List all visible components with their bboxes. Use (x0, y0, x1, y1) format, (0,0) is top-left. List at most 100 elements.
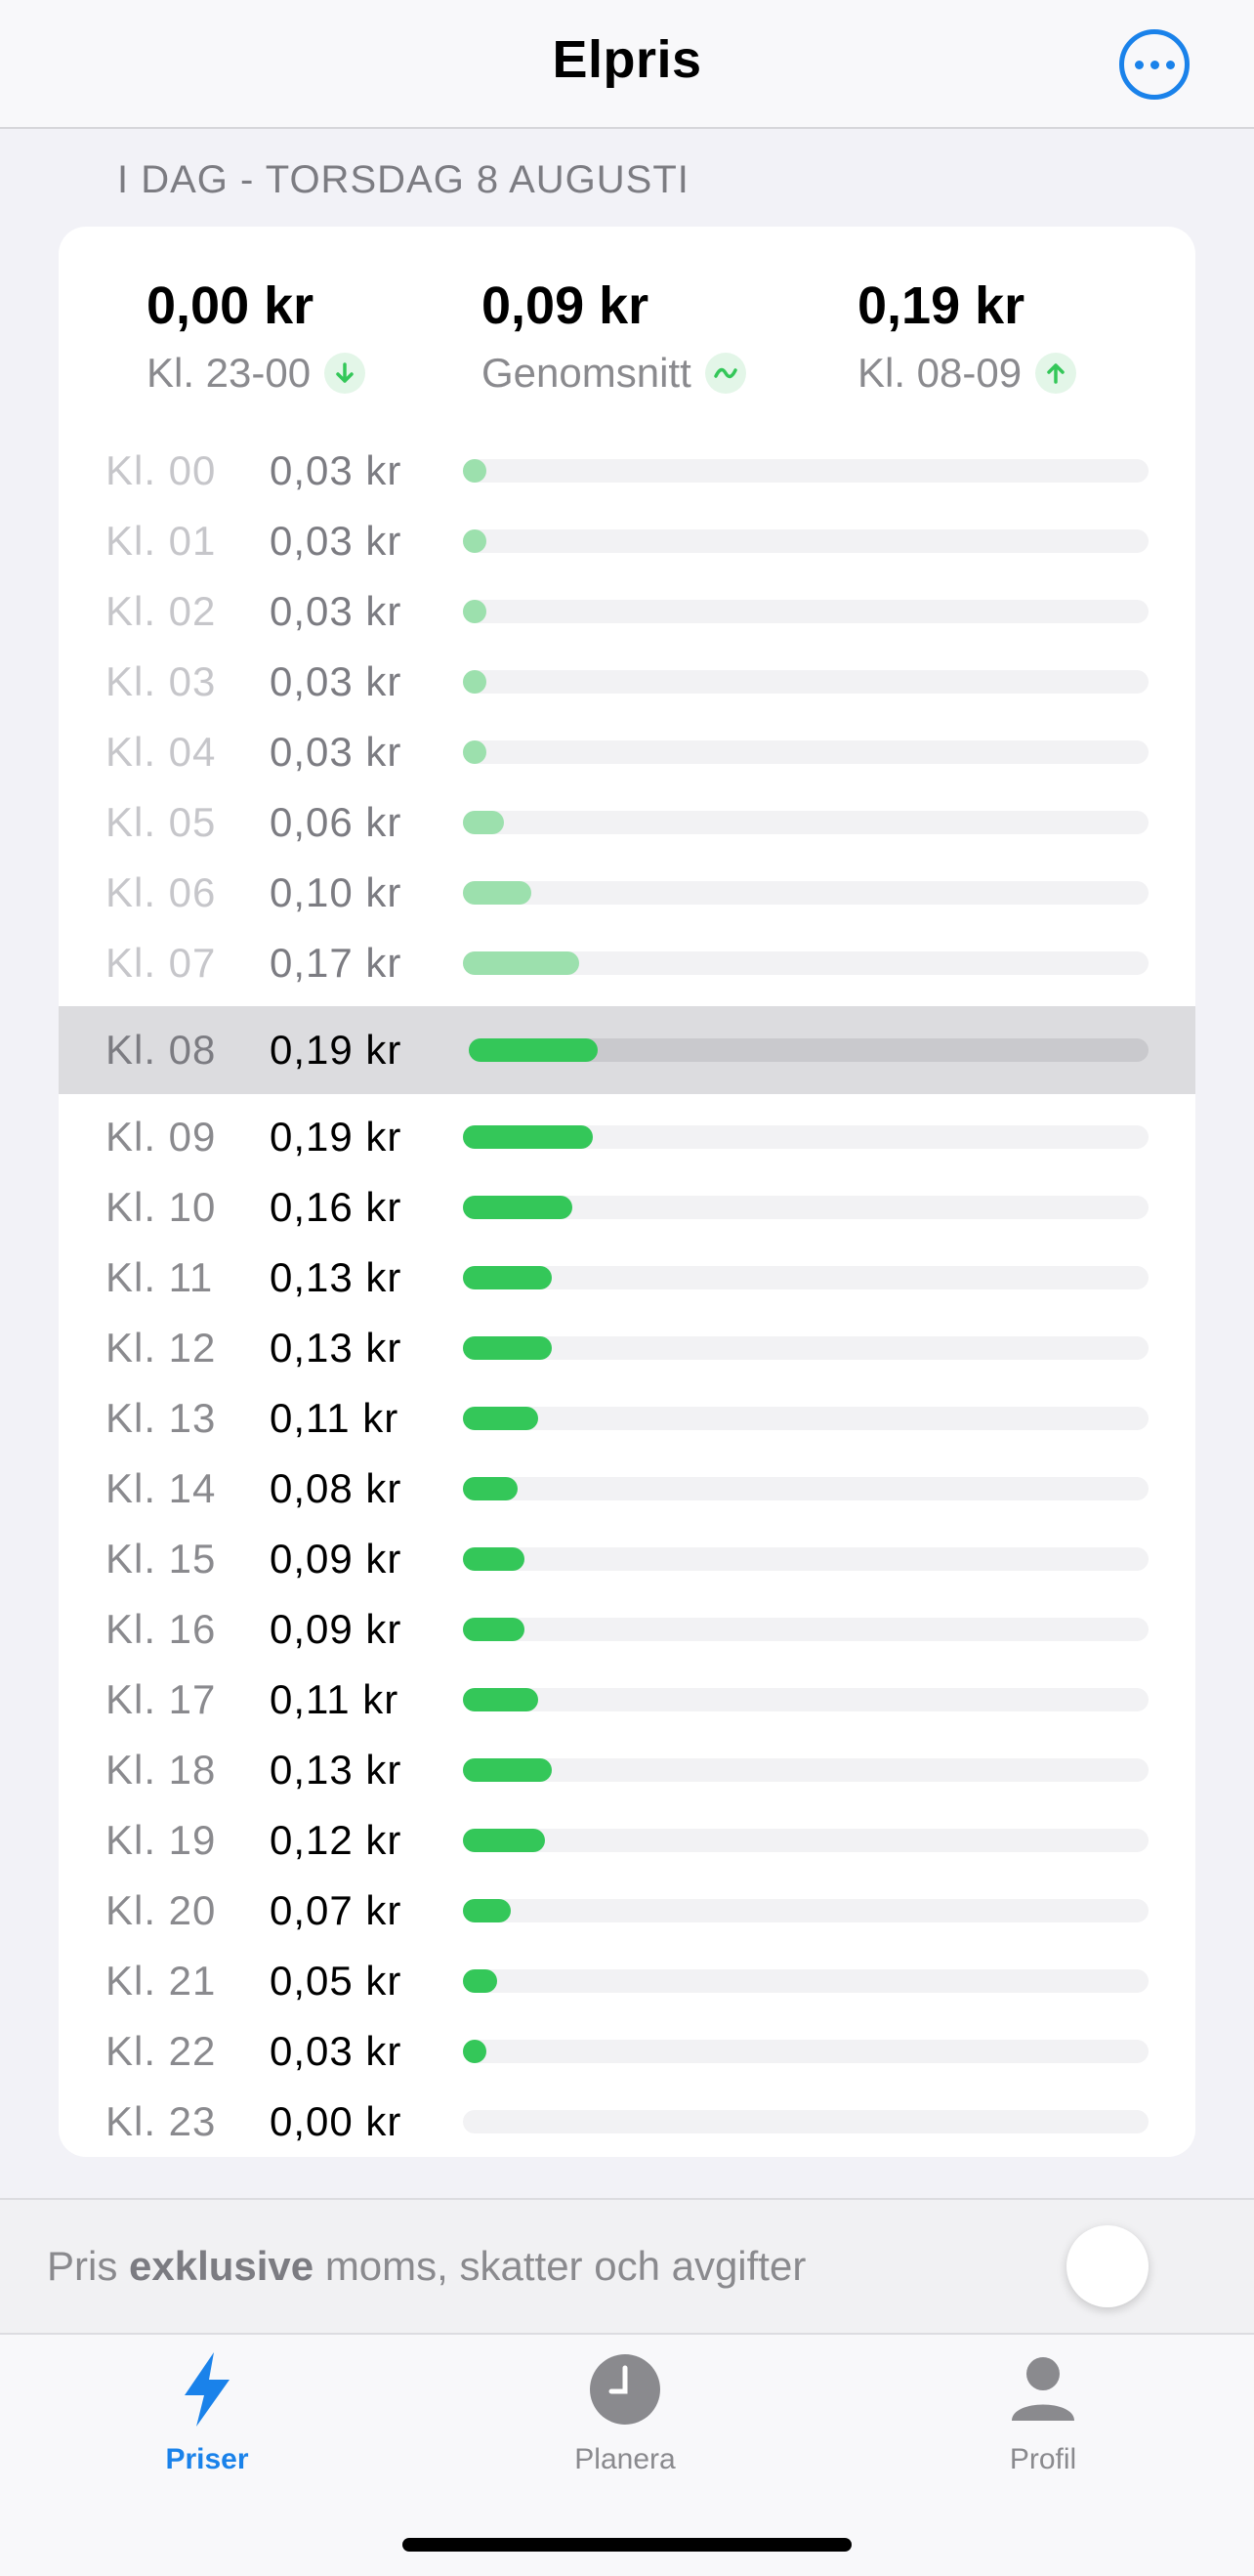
hour-label: Kl. 22 (105, 2028, 217, 2074)
hour-row[interactable]: Kl. 00 0,03 kr (59, 436, 1195, 506)
tab-profil[interactable]: Profil (926, 2350, 1160, 2476)
price-label: 0,00 kr (270, 2098, 402, 2144)
hour-row[interactable]: Kl. 20 0,07 kr (59, 1876, 1195, 1946)
price-bar (463, 600, 486, 623)
price-bar-track (463, 670, 1149, 694)
price-bar (463, 1336, 553, 1360)
hour-row[interactable]: Kl. 01 0,03 kr (59, 506, 1195, 576)
hour-row[interactable]: Kl. 17 0,11 kr (59, 1665, 1195, 1735)
hour-row[interactable]: Kl. 19 0,12 kr (59, 1805, 1195, 1876)
hour-label: Kl. 04 (105, 729, 217, 775)
price-bar-track (469, 1038, 1149, 1062)
hour-label: Kl. 14 (105, 1465, 217, 1511)
price-bar (463, 881, 532, 905)
price-bar-track (463, 1618, 1149, 1641)
price-bar-track (463, 2040, 1149, 2063)
price-bar-track (463, 1688, 1149, 1711)
price-bar (463, 951, 580, 975)
summary-average: 0,09 kr Genomsnitt (481, 275, 746, 397)
hour-row[interactable]: Kl. 02 0,03 kr (59, 576, 1195, 647)
hour-row[interactable]: Kl. 15 0,09 kr (59, 1524, 1195, 1594)
price-bar (469, 1038, 599, 1062)
bolt-icon (185, 2352, 230, 2427)
clock-icon (590, 2354, 660, 2425)
more-icon (1134, 60, 1144, 69)
price-bar-track (463, 459, 1149, 483)
price-bar (463, 740, 486, 764)
price-bar (463, 811, 505, 834)
price-bar (463, 1477, 519, 1500)
hour-row[interactable]: Kl. 09 0,19 kr (59, 1102, 1195, 1172)
hour-row[interactable]: Kl. 13 0,11 kr (59, 1383, 1195, 1454)
price-bar (463, 1899, 512, 1922)
hour-row[interactable]: Kl. 03 0,03 kr (59, 647, 1195, 717)
price-label: 0,19 kr (270, 1114, 402, 1160)
price-label: 0,07 kr (270, 1887, 402, 1933)
hour-row[interactable]: Kl. 11 0,13 kr (59, 1243, 1195, 1313)
more-options-button[interactable] (1119, 29, 1190, 100)
price-label: 0,03 kr (270, 658, 402, 704)
price-bar-track (463, 740, 1149, 764)
hour-row[interactable]: Kl. 14 0,08 kr (59, 1454, 1195, 1524)
hour-row[interactable]: Kl. 05 0,06 kr (59, 787, 1195, 858)
hour-row[interactable]: Kl. 18 0,13 kr (59, 1735, 1195, 1805)
hour-row[interactable]: Kl. 23 0,00 kr (59, 2087, 1195, 2157)
price-label: 0,11 kr (270, 1676, 399, 1722)
summary-label-row: Kl. 08-09 (857, 350, 1077, 397)
summary-highest: 0,19 kr Kl. 08-09 (857, 275, 1077, 397)
price-mode-text: Pris (47, 2243, 129, 2289)
price-label: 0,13 kr (270, 1747, 402, 1793)
price-label: 0,16 kr (270, 1184, 402, 1230)
hour-label: Kl. 01 (105, 518, 217, 564)
price-bar (463, 1969, 498, 1993)
vat-toggle[interactable] (1066, 2225, 1149, 2307)
hour-label: Kl. 16 (105, 1606, 217, 1652)
price-mode-bold-text: exklusive (129, 2243, 314, 2289)
hour-label: Kl. 19 (105, 1817, 217, 1863)
price-bar (463, 1407, 539, 1430)
arrow-down-icon (324, 353, 366, 394)
price-label: 0,19 kr (270, 1027, 402, 1073)
price-bar (463, 1547, 525, 1571)
hour-row-current[interactable]: Kl. 08 0,19 kr (59, 1006, 1195, 1094)
hour-label: Kl. 13 (105, 1395, 217, 1441)
price-mode-bar: Pris exklusive moms, skatter och avgifte… (0, 2198, 1254, 2333)
summary-label-row: Kl. 23-00 (146, 350, 366, 397)
summary-value: 0,09 kr (481, 276, 649, 335)
tab-planera[interactable]: Planera (508, 2350, 742, 2476)
hour-row[interactable]: Kl. 04 0,03 kr (59, 717, 1195, 787)
tab-label: Profil (1009, 2443, 1077, 2475)
summary-lowest: 0,00 kr Kl. 23-00 (146, 275, 366, 397)
hour-row[interactable]: Kl. 12 0,13 kr (59, 1313, 1195, 1383)
price-label: 0,06 kr (270, 799, 402, 845)
hour-row[interactable]: Kl. 21 0,05 kr (59, 1946, 1195, 2016)
hour-row[interactable]: Kl. 07 0,17 kr (59, 928, 1195, 998)
price-bar (463, 1688, 539, 1711)
hour-label: Kl. 02 (105, 588, 217, 634)
price-label: 0,05 kr (270, 1958, 402, 2004)
price-label: 0,03 kr (270, 2028, 402, 2074)
hour-row[interactable]: Kl. 10 0,16 kr (59, 1172, 1195, 1243)
price-bar (463, 1829, 546, 1852)
price-bar (463, 1266, 553, 1289)
hour-row[interactable]: Kl. 22 0,03 kr (59, 2016, 1195, 2087)
home-indicator (402, 2538, 852, 2552)
hourly-price-list: Kl. 00 0,03 kr Kl. 01 0,03 kr Kl. 02 0,03 kr K… (59, 436, 1195, 2157)
price-label: 0,03 kr (270, 588, 402, 634)
price-bar (463, 459, 486, 483)
section-header: I DAG - TORSDAG 8 AUGUSTI (117, 158, 690, 201)
hour-label: Kl. 10 (105, 1184, 217, 1230)
hour-label: Kl. 05 (105, 799, 217, 845)
tab-label: Planera (574, 2443, 676, 2475)
price-bar (463, 670, 486, 694)
hour-label: Kl. 03 (105, 658, 217, 704)
hour-row[interactable]: Kl. 16 0,09 kr (59, 1594, 1195, 1665)
tab-priser[interactable]: Priser (90, 2350, 324, 2476)
more-icon-dot (1150, 60, 1159, 69)
person-icon (1012, 2357, 1074, 2421)
price-label: 0,13 kr (270, 1325, 402, 1371)
price-label: 0,11 kr (270, 1395, 399, 1441)
price-bar (463, 1758, 553, 1782)
price-bar-track (463, 600, 1149, 623)
hour-row[interactable]: Kl. 06 0,10 kr (59, 858, 1195, 928)
